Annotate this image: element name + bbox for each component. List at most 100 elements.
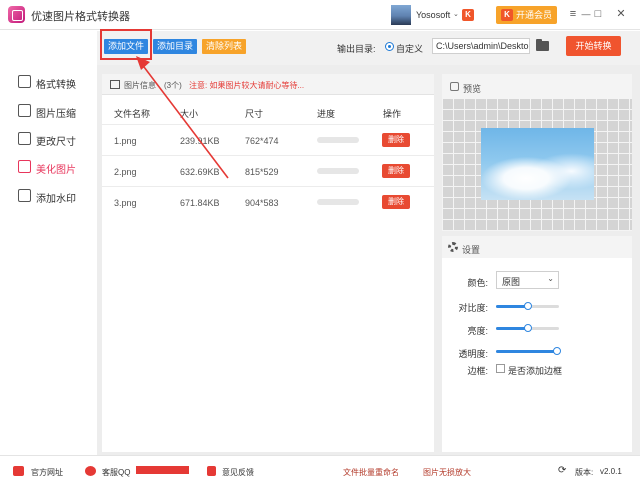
vip-label: 开通会员 (516, 10, 553, 20)
file-list-panel: 图片信息 (3个) 注意: 如果图片较大请耐心等待... 文件名称 大小 尺寸 … (102, 74, 434, 452)
file-dims: 815*529 (245, 167, 279, 177)
footer: 官方网址 客服QQ 意见反馈 文件批量重命名 图片无损放大 ⟳ 版本: v2.0… (0, 455, 640, 486)
username[interactable]: Yososoft (416, 10, 450, 20)
preview-image (481, 128, 594, 200)
warning-text: 注意: 如果图片较大请耐心等待... (189, 81, 305, 90)
preview-title: 预览 (463, 84, 482, 94)
chevron-down-icon[interactable]: ⌄ (453, 10, 459, 18)
opacity-slider-fill (496, 350, 559, 353)
column-header-name: 文件名称 (114, 109, 151, 119)
convert-icon (18, 75, 31, 88)
settings-header: 设置 (442, 236, 632, 258)
compress-icon (18, 104, 31, 117)
gear-icon (448, 242, 458, 252)
column-header-size: 大小 (180, 109, 199, 119)
sidebar-item-beautify[interactable]: 美化图片 (18, 158, 96, 178)
progress-bar (317, 137, 359, 143)
pdf-icon (207, 466, 216, 476)
delete-button[interactable]: 删除 (382, 164, 410, 178)
highlight-box (100, 29, 152, 60)
progress-bar (317, 168, 359, 174)
opacity-slider[interactable] (496, 347, 561, 355)
contrast-slider[interactable] (496, 302, 559, 310)
file-name: 2.png (114, 167, 137, 177)
border-label: 边框: (467, 366, 488, 376)
app-logo-icon (8, 6, 25, 23)
sidebar: 格式转换 图片压缩 更改尺寸 美化图片 添加水印 (0, 31, 97, 455)
sidebar-item-format-convert[interactable]: 格式转换 (18, 73, 96, 93)
watermark-icon (18, 189, 31, 202)
file-list-header: 图片信息 (3个) 注意: 如果图片较大请耐心等待... (102, 74, 434, 95)
sidebar-item-label: 美化图片 (36, 165, 76, 176)
file-dims: 762*474 (245, 136, 279, 146)
opacity-slider-thumb[interactable] (553, 347, 561, 355)
user-avatar[interactable] (391, 5, 411, 25)
add-border-label[interactable]: 是否添加边框 (508, 364, 562, 377)
version-label: 版本: (575, 468, 594, 477)
sidebar-item-resize[interactable]: 更改尺寸 (18, 130, 96, 150)
folder-icon[interactable] (536, 39, 549, 51)
file-dims: 904*583 (245, 198, 279, 208)
image-icon (110, 80, 120, 89)
redacted-contact (136, 466, 189, 474)
open-vip-button[interactable]: K 开通会员 (496, 6, 557, 24)
refresh-icon: ⟳ (558, 465, 567, 476)
chevron-down-icon: ⌄ (547, 274, 554, 283)
file-list-title: 图片信息 (124, 81, 156, 90)
vip-k-icon: K (462, 9, 474, 21)
start-convert-button[interactable]: 开始转换 (566, 36, 621, 56)
color-select-value: 原图 (502, 277, 521, 287)
settings-title: 设置 (462, 245, 481, 255)
custom-dir-label[interactable]: 自定义 (396, 42, 423, 55)
file-name: 1.png (114, 136, 137, 146)
progress-bar (317, 199, 359, 205)
vip-k-icon: K (501, 9, 513, 21)
settings-panel: 设置 (442, 236, 632, 452)
delete-button[interactable]: 删除 (382, 195, 410, 209)
opacity-label: 透明度: (458, 349, 488, 359)
output-path-input[interactable]: C:\Users\admin\Deskto (432, 38, 530, 54)
beautify-icon (18, 160, 31, 173)
batch-rename-link[interactable]: 文件批量重命名 (343, 467, 399, 478)
file-size: 239.91KB (180, 136, 220, 146)
sidebar-item-label: 添加水印 (36, 194, 76, 205)
table-row[interactable]: 1.png 239.91KB 762*474 删除 (102, 124, 434, 155)
color-select[interactable]: 原图 ⌄ (496, 271, 559, 289)
file-size: 632.69KB (180, 167, 220, 177)
output-dir-label: 输出目录: (337, 44, 376, 54)
sidebar-item-label: 更改尺寸 (36, 137, 76, 148)
table-row[interactable]: 2.png 632.69KB 815*529 删除 (102, 155, 434, 186)
column-header-action: 操作 (383, 109, 402, 119)
resize-icon (18, 132, 31, 145)
contrast-label: 对比度: (458, 303, 488, 313)
app-title: 优速图片格式转换器 (31, 11, 130, 23)
version-number: v2.0.1 (600, 467, 622, 476)
contrast-slider-thumb[interactable] (524, 302, 532, 310)
website-link[interactable]: 官方网址 (31, 467, 63, 478)
brightness-slider-thumb[interactable] (524, 324, 532, 332)
close-icon[interactable]: ✕ (613, 6, 629, 22)
color-label: 颜色: (467, 278, 488, 288)
sidebar-item-label: 图片压缩 (36, 109, 76, 120)
brightness-label: 亮度: (467, 326, 488, 336)
add-border-checkbox[interactable] (496, 364, 505, 373)
clear-list-button[interactable]: 清除列表 (202, 39, 246, 54)
file-name: 3.png (114, 198, 137, 208)
delete-button[interactable]: 删除 (382, 133, 410, 147)
maximize-icon[interactable]: □ (590, 6, 606, 22)
file-size: 671.84KB (180, 198, 220, 208)
sidebar-item-watermark[interactable]: 添加水印 (18, 187, 96, 207)
support-qq-link[interactable]: 客服QQ (102, 467, 130, 478)
preview-icon (450, 82, 459, 91)
custom-dir-radio[interactable] (385, 42, 394, 51)
column-header-dims: 尺寸 (245, 109, 264, 119)
column-header-progress: 进度 (317, 109, 336, 119)
sidebar-item-compress[interactable]: 图片压缩 (18, 102, 96, 122)
file-count: (3个) (164, 81, 182, 90)
title-bar: 优速图片格式转换器 Yososoft ⌄ K K 开通会员 ≡ — □ ✕ (0, 0, 640, 30)
lossless-zoom-link[interactable]: 图片无损放大 (423, 467, 471, 478)
add-directory-button[interactable]: 添加目录 (153, 39, 197, 54)
table-row[interactable]: 3.png 671.84KB 904*583 删除 (102, 186, 434, 217)
feedback-link[interactable]: 意见反馈 (222, 467, 254, 478)
brightness-slider[interactable] (496, 324, 559, 332)
